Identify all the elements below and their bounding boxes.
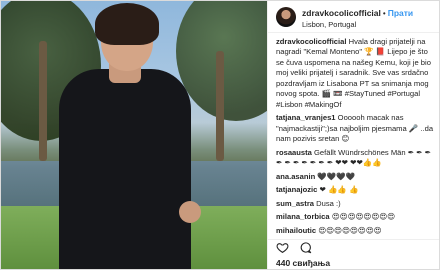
comment-username[interactable]: tatjanajozic xyxy=(276,185,317,194)
comment-text: 🖤🖤🖤🖤 xyxy=(317,171,356,181)
follow-button[interactable]: Прати xyxy=(388,8,413,18)
comment-username[interactable]: milana_torbica xyxy=(276,212,330,221)
instagram-post: zdravkocolicofficial • Прати Lisbon, Portu… xyxy=(0,0,440,270)
action-icons xyxy=(276,241,434,259)
comment-item: rosaausta Gefällt Wündrschönes Män ✒ ✒ ✒… xyxy=(276,148,434,169)
follow-dot: • xyxy=(382,8,386,18)
palm-trunk xyxy=(39,41,47,161)
comment-username[interactable]: tatjana_vranjes1 xyxy=(276,113,336,122)
comment-item: mihailoutic 😍😍😍😍😍😍😍😍 xyxy=(276,226,434,236)
comment-text: Dusa :) xyxy=(316,198,341,208)
caption-username[interactable]: zdravkocolicofficial xyxy=(276,37,346,46)
comment-item: tatjanajozic ❤ 👍👍 👍 xyxy=(276,185,434,195)
comments-list[interactable]: zdravkocolicofficial Hvala dragi prijate… xyxy=(268,33,439,237)
heart-icon[interactable] xyxy=(276,241,289,259)
likes-count[interactable]: 440 свиђања xyxy=(276,258,434,268)
post-header: zdravkocolicofficial • Прати Lisbon, Portu… xyxy=(268,1,439,33)
comment-username[interactable]: rosaausta xyxy=(276,148,312,157)
person-hair xyxy=(95,3,159,45)
comment-username[interactable]: ana.asanin xyxy=(276,172,315,181)
header-text: zdravkocolicofficial • Прати Lisbon, Portu… xyxy=(302,3,413,30)
header-username[interactable]: zdravkocolicofficial xyxy=(302,8,381,18)
profile-avatar[interactable] xyxy=(276,6,296,27)
comment-item: sum_astra Dusa :) xyxy=(276,199,434,209)
comment-icon[interactable] xyxy=(299,241,312,259)
comment-text: ❤ 👍👍 👍 xyxy=(319,185,359,195)
comment-text: 😍😍😍😍😍😍😍😍 xyxy=(318,225,382,235)
comment-item: tatjana_vranjes1 Oooooh macak nas "najma… xyxy=(276,113,434,144)
comment-item: milana_torbica 😍😍😍😍😍😍😍😍 xyxy=(276,212,434,222)
comment-username[interactable]: sum_astra xyxy=(276,199,314,208)
location-link[interactable]: Lisbon, Portugal xyxy=(302,21,413,30)
post-side-panel: zdravkocolicofficial • Прати Lisbon, Portu… xyxy=(267,1,439,269)
comment-username[interactable]: mihailoutic xyxy=(276,226,316,235)
comment-text: 😍😍😍😍😍😍😍😍 xyxy=(331,212,396,222)
caption-text: Hvala dragi prijatelji na nagradi "Kemal… xyxy=(276,37,431,109)
palm-trunk xyxy=(216,51,224,161)
person-body xyxy=(59,69,191,269)
comment-item: ana.asanin 🖤🖤🖤🖤 xyxy=(276,172,434,182)
caption: zdravkocolicofficial Hvala dragi prijate… xyxy=(276,37,434,110)
person-hand xyxy=(179,201,201,223)
post-photo[interactable] xyxy=(1,1,267,269)
post-actions: 440 свиђања xyxy=(268,239,439,269)
